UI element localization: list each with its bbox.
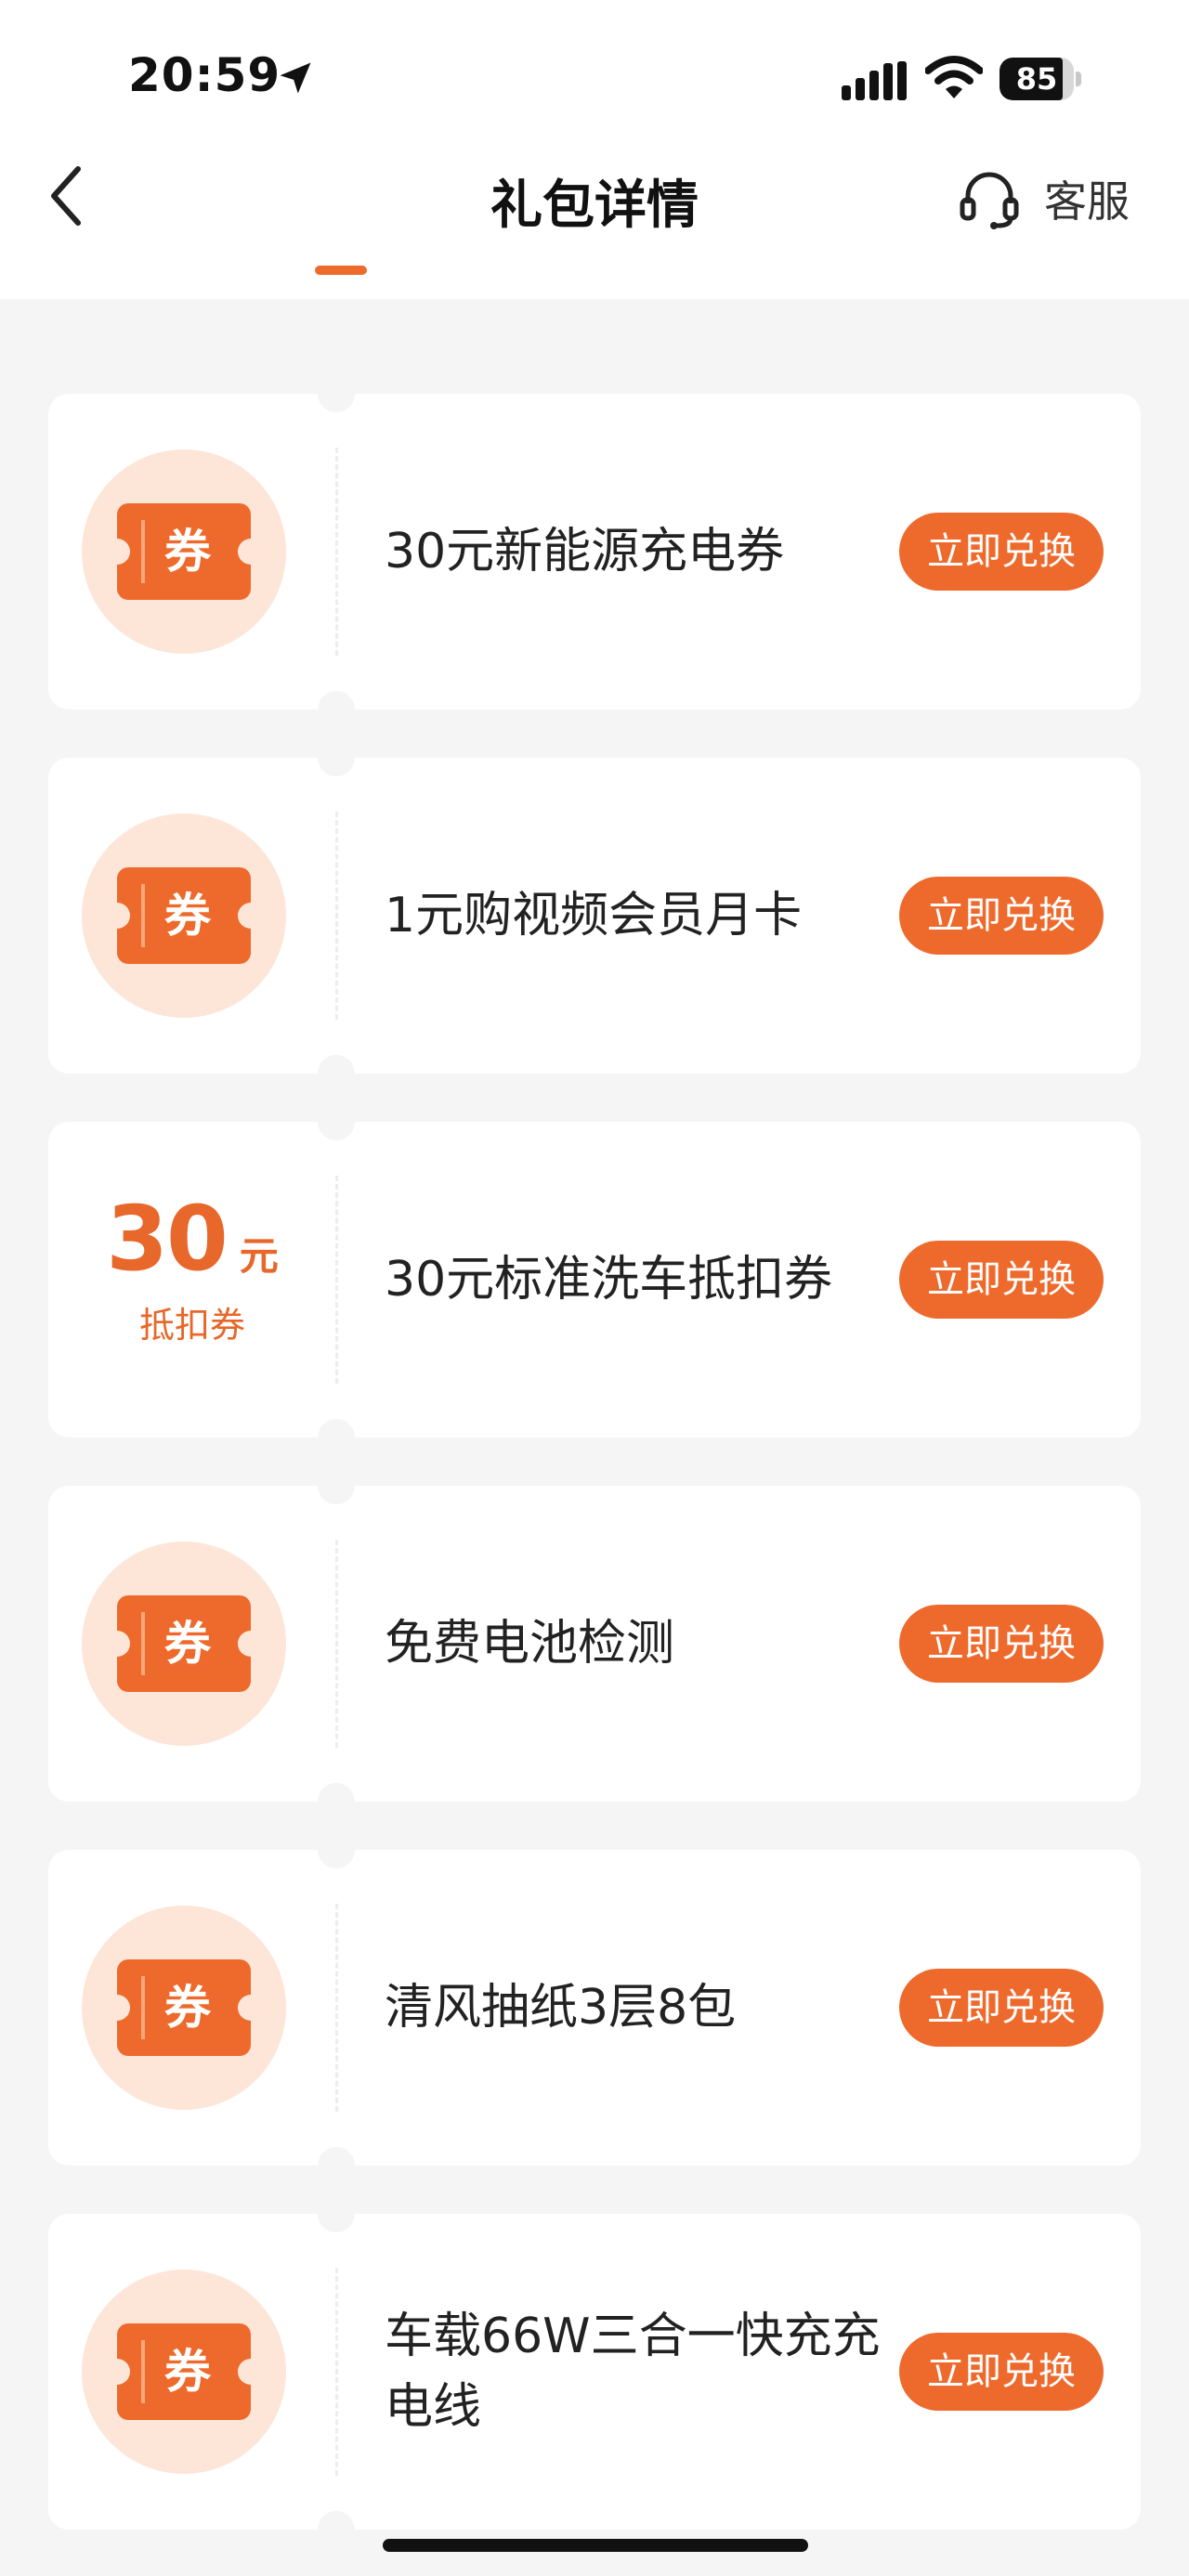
redeem-button[interactable]: 立即兑换 xyxy=(899,1241,1104,1319)
battery-indicator: 85 xyxy=(1000,58,1081,100)
location-arrow-icon xyxy=(280,62,311,94)
coupon-title: 车载66W三合一快充充电线 xyxy=(385,2309,881,2435)
redeem-button[interactable]: 立即兑换 xyxy=(899,1605,1104,1683)
coupon-list: 券 30元新能源充电券 立即兑换 券 1元购视频会员月卡 立即兑换 30 元 抵… xyxy=(48,375,1141,2576)
coupon-title: 30元标准洗车抵扣券 xyxy=(385,1252,833,1308)
wifi-icon xyxy=(925,56,983,98)
coupon-card: 券 30元新能源充电券 立即兑换 xyxy=(48,375,1141,728)
coupon-icon-text: 券 xyxy=(164,889,211,943)
cellular-signal-icon xyxy=(842,61,907,100)
coupon-card: 30 元 抵扣券 30元标准洗车抵扣券 立即兑换 xyxy=(48,1103,1141,1456)
coupon-card: 券 1元购视频会员月卡 立即兑换 xyxy=(48,739,1141,1092)
redeem-button[interactable]: 立即兑换 xyxy=(899,513,1104,591)
customer-service-label: 客服 xyxy=(1044,176,1130,227)
coupon-title: 1元购视频会员月卡 xyxy=(385,888,803,943)
coupon-icon-circle: 券 xyxy=(82,1906,286,2110)
coupon-title: 30元新能源充电券 xyxy=(385,524,785,579)
redeem-button[interactable]: 立即兑换 xyxy=(899,877,1104,955)
coupon-icon-text: 券 xyxy=(164,1617,211,1671)
coupon-icon-circle: 券 xyxy=(82,449,286,654)
coupon-title: 清风抽纸3层8包 xyxy=(385,1980,737,2036)
coupon-card: 券 清风抽纸3层8包 立即兑换 xyxy=(48,1831,1141,2184)
coupon-title: 免费电池检测 xyxy=(385,1616,675,1672)
customer-service-button[interactable]: 客服 xyxy=(957,163,1130,234)
battery-level-text: 85 xyxy=(1015,61,1058,97)
coupon-amount-unit: 元 xyxy=(239,1233,279,1279)
status-time: 20:59 xyxy=(128,48,281,102)
coupon-icon-text: 券 xyxy=(164,525,211,579)
home-indicator[interactable] xyxy=(383,2539,808,2552)
coupon-amount-block: 30 元 抵扣券 xyxy=(85,1187,299,1347)
coupon-icon-circle: 券 xyxy=(82,1542,286,1746)
status-bar: 20:59 85 xyxy=(0,0,1189,139)
nav-bar: 礼包详情 客服 xyxy=(0,139,1189,299)
coupon-icon-text: 券 xyxy=(164,2345,211,2399)
redeem-button[interactable]: 立即兑换 xyxy=(899,1969,1104,2047)
coupon-amount: 30 xyxy=(106,1187,229,1291)
title-indicator xyxy=(315,266,367,275)
coupon-amount-desc: 抵扣券 xyxy=(138,1305,245,1346)
coupon-icon-text: 券 xyxy=(164,1981,211,2035)
headset-icon xyxy=(960,172,1019,229)
coupon-icon-circle: 券 xyxy=(82,2270,286,2474)
coupon-icon-circle: 券 xyxy=(82,813,286,1018)
coupon-card: 券 车载66W三合一快充充电线 立即兑换 xyxy=(48,2195,1141,2548)
coupon-card: 券 免费电池检测 立即兑换 xyxy=(48,1467,1141,1820)
redeem-button[interactable]: 立即兑换 xyxy=(899,2333,1104,2411)
